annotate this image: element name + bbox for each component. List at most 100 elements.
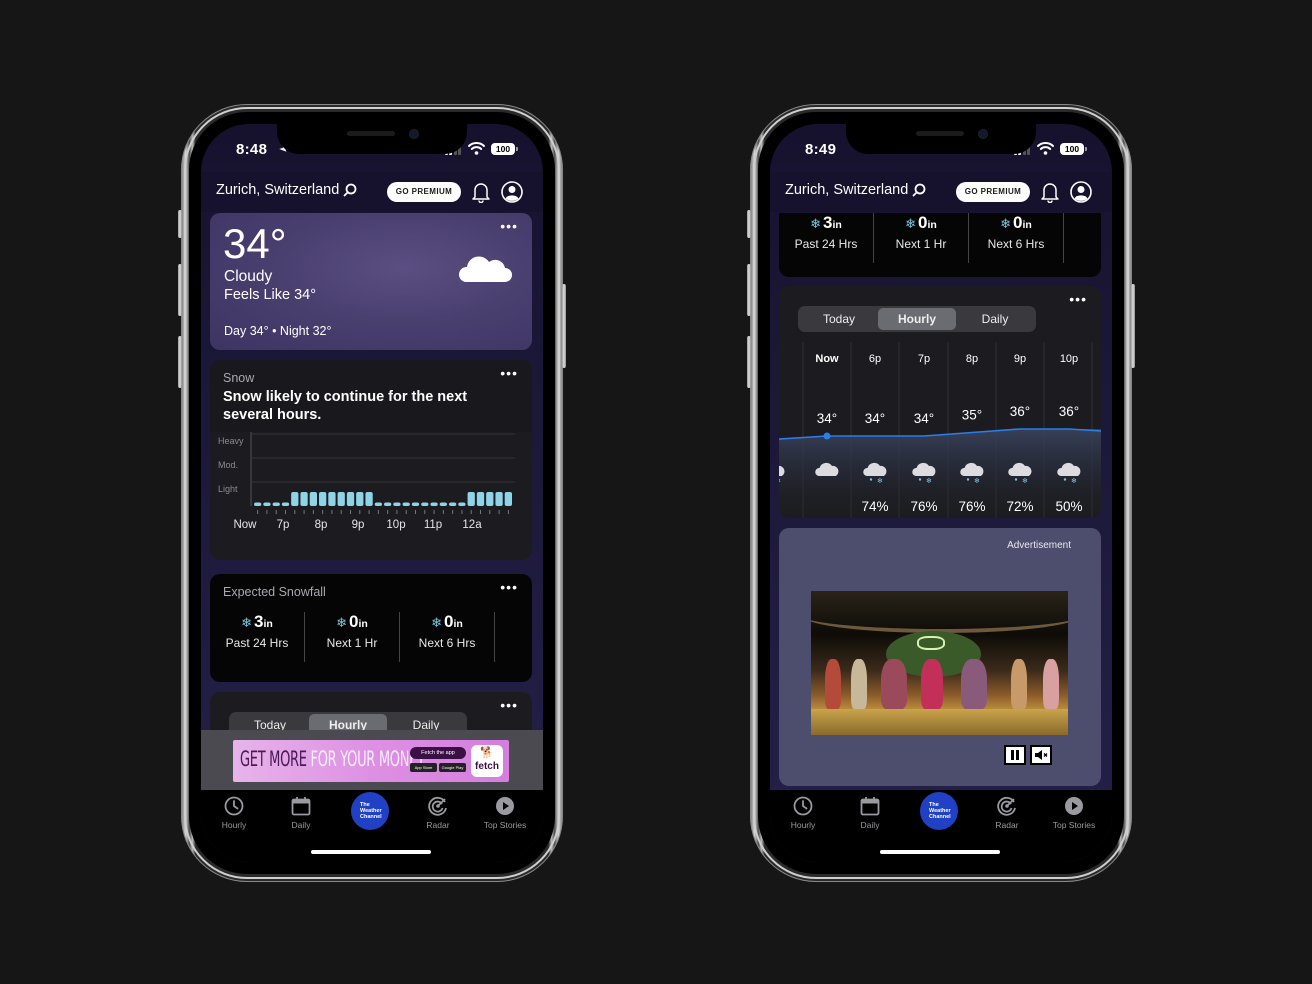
svg-text:❄: ❄ <box>1071 477 1077 485</box>
snowfall-value: ❄ 0in <box>1000 213 1032 232</box>
current-conditions-card[interactable]: ••• 34° Cloudy Feels Like 34° Day 34° • … <box>210 213 532 350</box>
snow-bar <box>476 492 485 506</box>
more-options-icon[interactable]: ••• <box>500 219 518 233</box>
hourly-forecast-card[interactable]: ••• TodayHourlyDaily p3°❄Now34°6p34°❄74%… <box>779 286 1101 518</box>
temperature-label: 36° <box>1059 404 1079 419</box>
bell-icon[interactable] <box>1040 181 1060 203</box>
video-ad-card[interactable]: Advertisement <box>779 528 1101 786</box>
play-icon <box>1044 796 1104 816</box>
location-selector[interactable]: Zurich, Switzerland <box>785 182 926 198</box>
mute-button[interactable] <box>1030 745 1052 765</box>
snowfall-value: ❄ 0in <box>336 612 368 631</box>
snowflake-icon: ❄ <box>431 615 443 630</box>
google-play-badge: Google Play <box>439 763 466 772</box>
tab-radar[interactable]: Radar <box>408 796 468 830</box>
tab-hourly[interactable]: Hourly <box>204 796 264 830</box>
snowfall-period: Next 6 Hrs <box>418 636 476 650</box>
hour-label: 9p <box>1014 353 1026 365</box>
more-options-icon[interactable]: ••• <box>500 366 518 380</box>
now-marker <box>823 432 831 440</box>
fetch-ad-banner[interactable]: GET MORE FOR YOUR MONEY Fetch the app Ap… <box>233 740 509 782</box>
more-options-icon[interactable]: ••• <box>500 580 518 594</box>
snow-bar <box>439 502 447 506</box>
svg-text:❄: ❄ <box>974 477 980 485</box>
expected-snowfall-card[interactable]: ••• Expected Snowfall ❄ 3in Past 24 Hrs ❄ 0i… <box>210 574 532 682</box>
segment-today[interactable]: Today <box>800 308 878 330</box>
snow-bar <box>421 502 429 506</box>
clock-icon <box>204 796 264 816</box>
snow-bar <box>263 502 271 506</box>
twc-logo-button[interactable]: The Weather Channel <box>351 792 389 830</box>
snow-bar <box>449 502 457 506</box>
temperature-label: 34° <box>865 411 885 426</box>
snowfall-value: ❄ 3in <box>241 612 273 631</box>
snowfall-value: ❄ <box>495 612 532 634</box>
tab-label: Daily <box>291 820 311 830</box>
twc-logo-button[interactable]: The Weather Channel <box>920 792 958 830</box>
go-premium-button[interactable]: GO PREMIUM <box>956 182 1030 202</box>
volume-down-button <box>178 336 182 388</box>
home-indicator[interactable] <box>311 850 431 854</box>
tab-top-stories[interactable]: Top Stories <box>1044 796 1104 830</box>
tab-radar[interactable]: Radar <box>977 796 1037 830</box>
y-tick-label: Heavy <box>218 436 244 446</box>
cloud-icon <box>458 256 512 282</box>
snowfall-period: Next 1 Hr <box>326 636 378 650</box>
tab-top-stories[interactable]: Top Stories <box>475 796 535 830</box>
snow-bar <box>309 492 317 506</box>
snow-bar <box>430 502 438 506</box>
expected-snowfall-card[interactable]: ❄ 3in Past 24 Hrs ❄ 0in Next 1 Hr ❄ 0in Next 6 H… <box>779 213 1101 277</box>
hourly-temperature-chart[interactable]: p3°❄Now34°6p34°❄74%7p34°❄76%8p35°❄76%9p3… <box>779 342 1101 518</box>
tab-hourly[interactable]: Hourly <box>773 796 833 830</box>
pause-button[interactable] <box>1004 745 1026 765</box>
snowfall-item: ❄ Nex <box>495 612 533 662</box>
snowfall-period: Next 1 Hr <box>895 237 947 251</box>
profile-icon[interactable] <box>1070 181 1092 203</box>
forecast-range-segmented-control: Today Hourly Daily <box>798 306 1036 332</box>
snowflake-icon: ❄ <box>905 216 917 231</box>
more-options-icon[interactable]: ••• <box>500 698 518 712</box>
snowfall-value: ❄ 0in <box>431 612 463 631</box>
location-selector[interactable]: Zurich, Switzerland <box>216 182 357 198</box>
snowfall-row: ❄ 3in Past 24 Hrs ❄ 0in Next 1 Hr ❄ 0in Next 6 H… <box>779 213 1101 263</box>
volume-up-button <box>747 264 751 316</box>
search-icon <box>912 183 926 197</box>
snow-bar <box>328 492 336 506</box>
snow-bar <box>402 502 410 506</box>
profile-icon[interactable] <box>501 181 523 203</box>
segment-daily[interactable]: Daily <box>956 308 1034 330</box>
ad-video[interactable] <box>811 591 1068 735</box>
screen: 8:49 100 Zurich, Switzerland GO PREMIUM … <box>770 124 1112 862</box>
go-premium-button[interactable]: GO PREMIUM <box>387 182 461 202</box>
snowfall-value: ❄ 3in <box>810 213 842 232</box>
x-tick-label: 11p <box>424 519 442 531</box>
segment-hourly[interactable]: Hourly <box>878 308 956 330</box>
home-indicator[interactable] <box>880 850 1000 854</box>
snow-bar <box>411 502 420 506</box>
tab-daily[interactable]: Daily <box>271 796 331 830</box>
location-name: Zurich, Switzerland <box>785 182 909 198</box>
play-icon <box>475 796 535 816</box>
precip-chance: 74% <box>861 499 888 514</box>
wifi-icon <box>468 142 485 155</box>
status-time: 8:48 <box>236 141 268 158</box>
wifi-icon <box>1037 142 1054 155</box>
snowfall-period: Nex <box>1064 237 1102 251</box>
snowfall-period: Next 6 Hrs <box>987 237 1045 251</box>
snow-card[interactable]: ••• Snow Snow likely to continue for the… <box>210 360 532 560</box>
tab-daily[interactable]: Daily <box>840 796 900 830</box>
volume-up-button <box>178 264 182 316</box>
snow-bar <box>504 492 512 506</box>
svg-text:❄: ❄ <box>779 477 781 485</box>
video-controls <box>1004 745 1052 765</box>
tab-bar: Hourly Daily The Weather Channel Radar Top Sto… <box>201 790 543 862</box>
more-options-icon[interactable]: ••• <box>1069 292 1087 306</box>
phone-left: 8:48 ➤ 100 Zurich, Switzerland GO PREMIU… <box>178 104 566 882</box>
temperature-label: 34° <box>817 411 837 426</box>
tab-label: Daily <box>860 820 880 830</box>
status-time: 8:49 <box>805 141 837 158</box>
bell-icon[interactable] <box>471 181 491 203</box>
precip-chance: 50% <box>1055 499 1082 514</box>
snowflake-icon: ❄ <box>336 615 348 630</box>
snowfall-value: ❄ 0in <box>905 213 937 232</box>
